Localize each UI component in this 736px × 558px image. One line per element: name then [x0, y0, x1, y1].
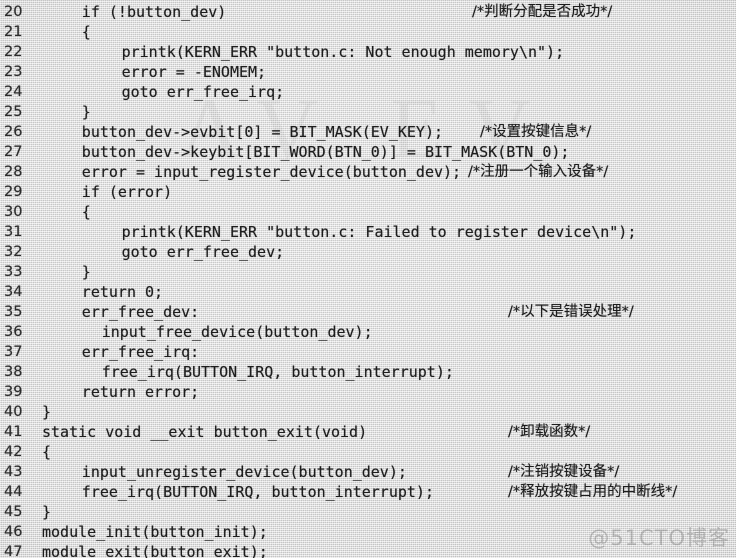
- code-line: 41 static void __exit button_exit(void) /*…: [0, 422, 736, 442]
- code-text: if (!button_dev): [81, 3, 227, 21]
- code-text: }: [81, 263, 91, 281]
- code-line: 34 return 0;: [0, 282, 736, 302]
- code-line: 22 printk(KERN_ERR "button.c: Not enough …: [0, 42, 736, 62]
- code-line: 27 button_dev->keybit[BIT_WORD(BTN_0)] = …: [0, 142, 736, 162]
- code-text: input_free_device(button_dev);: [101, 323, 373, 341]
- code-text: goto err_free_irq;: [121, 83, 285, 101]
- line-number: 33: [4, 264, 23, 280]
- code-line: 42 {: [0, 442, 736, 462]
- line-number: 23: [4, 64, 23, 80]
- code-text: button_dev->evbit[0] = BIT_MASK(EV_KEY);: [81, 123, 444, 141]
- line-number: 41: [4, 424, 23, 440]
- line-number: 42: [4, 444, 23, 460]
- code-line: 45}: [0, 502, 736, 522]
- line-number: 37: [4, 344, 23, 360]
- code-line: 25}: [0, 102, 736, 122]
- code-line: 28 error = input_register_device(button_d…: [0, 162, 736, 182]
- code-line: 46 module_init(button_init);: [0, 522, 736, 542]
- line-number: 46: [4, 524, 23, 540]
- code-text: module_init(button_init);: [42, 523, 268, 541]
- code-line: 40}: [0, 402, 736, 422]
- code-line: 43 input_unregister_device(button_dev); /*…: [0, 462, 736, 482]
- code-line: 33}: [0, 262, 736, 282]
- code-text: error = -ENOMEM;: [121, 63, 267, 81]
- code-text: }: [81, 103, 91, 121]
- code-text: err_free_dev:: [81, 303, 200, 321]
- code-text: input_unregister_device(button_dev);: [81, 463, 407, 481]
- code-text: return 0;: [81, 283, 164, 301]
- line-number: 21: [4, 24, 23, 40]
- code-comment: /*设置按键信息*/: [480, 124, 592, 140]
- code-text: {: [42, 443, 52, 461]
- code-line: 26 button_dev->evbit[0] = BIT_MASK(EV_KEY…: [0, 122, 736, 142]
- line-number: 25: [4, 104, 23, 120]
- code-line: 21 {: [0, 22, 736, 42]
- code-line: 29 if (error): [0, 182, 736, 202]
- line-number: 43: [4, 464, 23, 480]
- code-text: printk(KERN_ERR "button.c: Not enough me…: [121, 43, 565, 61]
- line-number: 38: [4, 364, 23, 380]
- line-number: 35: [4, 304, 23, 320]
- code-text: free_irq(BUTTON_IRQ, button_interrupt);: [81, 483, 434, 501]
- code-comment: /*释放按键占用的中断线*/: [508, 484, 678, 500]
- line-number: 24: [4, 84, 23, 100]
- code-line: 23 error = -ENOMEM;: [0, 62, 736, 82]
- code-text: {: [81, 23, 91, 41]
- line-number: 28: [4, 164, 23, 180]
- code-text: goto err_free_dev;: [121, 243, 285, 261]
- code-text: module_exit(button_exit);: [42, 543, 268, 558]
- code-text: }: [42, 403, 52, 421]
- code-text: }: [42, 503, 52, 521]
- code-line: 47 module_exit(button_exit);: [0, 542, 736, 558]
- code-line: 38 free_irq(BUTTON_IRQ, button_interrupt)…: [0, 362, 736, 382]
- code-comment: /*以下是错误处理*/: [508, 304, 634, 320]
- code-line: 32 goto err_free_dev;: [0, 242, 736, 262]
- code-line: 30 {: [0, 202, 736, 222]
- code-text: {: [81, 203, 91, 221]
- line-number: 40: [4, 404, 23, 420]
- code-text: button_dev->keybit[BIT_WORD(BTN_0)] = BI…: [81, 143, 570, 161]
- line-number: 20: [4, 4, 23, 20]
- line-number: 36: [4, 324, 23, 340]
- code-line: 44 free_irq(BUTTON_IRQ, button_interrupt)…: [0, 482, 736, 502]
- code-text: printk(KERN_ERR "button.c: Failed to reg…: [121, 223, 637, 241]
- line-number: 31: [4, 224, 23, 240]
- code-text: err_free_irq:: [81, 343, 200, 361]
- code-text: static void __exit button_exit(void): [42, 423, 368, 441]
- code-line: 36 input_free_device(button_dev);: [0, 322, 736, 342]
- code-line: 24 goto err_free_irq;: [0, 82, 736, 102]
- code-comment: /*注册一个输入设备*/: [468, 164, 609, 180]
- line-number: 29: [4, 184, 23, 200]
- line-number: 34: [4, 284, 23, 300]
- line-number: 22: [4, 44, 23, 60]
- line-number: 39: [4, 384, 23, 400]
- code-comment: /*判断分配是否成功*/: [472, 4, 613, 20]
- line-number: 45: [4, 504, 23, 520]
- code-comment: /*卸载函数*/: [508, 424, 591, 440]
- code-text: return error;: [81, 383, 200, 401]
- scanned-code-page: AV EV 20 if (!button_dev)/*判断分配是否成功*/21{2…: [0, 0, 736, 558]
- code-line: 20 if (!button_dev) /*判断分配是否成功*/: [0, 2, 736, 22]
- line-number: 26: [4, 124, 23, 140]
- line-number: 44: [4, 484, 23, 500]
- code-text: error = input_register_device(button_dev…: [81, 163, 462, 181]
- code-text: free_irq(BUTTON_IRQ, button_interrupt);: [101, 363, 454, 381]
- code-line: 39 return error;: [0, 382, 736, 402]
- line-number: 27: [4, 144, 23, 160]
- line-number: 30: [4, 204, 23, 220]
- line-number: 32: [4, 244, 23, 260]
- code-line: 35 err_free_dev: /*以下是错误处理*/: [0, 302, 736, 322]
- line-number: 47: [4, 544, 23, 558]
- code-line: 31 printk(KERN_ERR "button.c: Failed to r…: [0, 222, 736, 242]
- code-line: 37 err_free_irq:: [0, 342, 736, 362]
- code-comment: /*注销按键设备*/: [508, 464, 620, 480]
- code-text: if (error): [81, 183, 173, 201]
